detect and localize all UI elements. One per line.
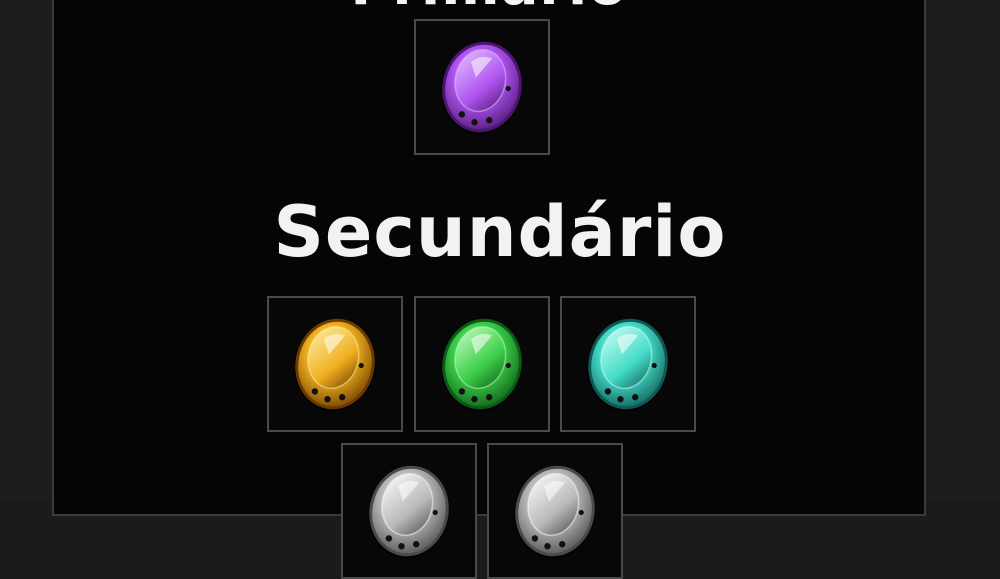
gray-gem-icon xyxy=(368,465,449,559)
secondary-gem-slot-4[interactable] xyxy=(341,443,477,579)
secondary-section-title: Secundário xyxy=(273,191,727,273)
secondary-gem-slot-3[interactable] xyxy=(560,296,696,432)
green-gem-icon xyxy=(441,318,522,412)
secondary-gem-slot-1[interactable] xyxy=(267,296,403,432)
cyan-gem-icon xyxy=(587,318,668,412)
purple-gem-icon xyxy=(441,41,522,135)
game-background: Primário Secundário xyxy=(0,0,1000,579)
primary-gem-slot[interactable] xyxy=(414,19,550,155)
secondary-gem-slot-5[interactable] xyxy=(487,443,623,579)
secondary-gem-slot-2[interactable] xyxy=(414,296,550,432)
primary-section-title: Primário xyxy=(54,0,924,14)
gray-gem-icon xyxy=(514,465,595,559)
yellow-gem-icon xyxy=(294,318,375,412)
